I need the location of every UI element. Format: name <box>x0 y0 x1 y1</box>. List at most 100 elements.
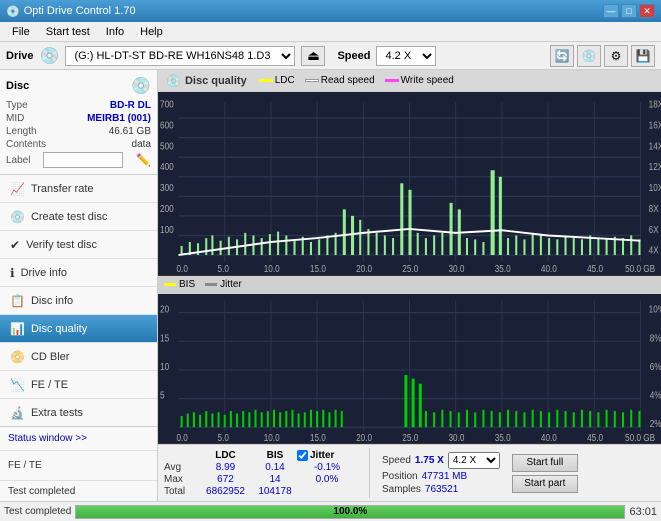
svg-text:10.0: 10.0 <box>264 432 280 443</box>
svg-text:100: 100 <box>160 224 174 235</box>
maximize-button[interactable]: □ <box>621 4 637 18</box>
sidebar-item-disc-info-label: Disc info <box>31 295 73 307</box>
jitter-col: Jitter <box>297 450 357 461</box>
ldc-chart: 18X 16X 14X 12X 10X 8X 6X 4X 700 600 500… <box>158 92 661 276</box>
svg-text:20.0: 20.0 <box>356 432 372 443</box>
svg-text:40.0: 40.0 <box>541 263 557 274</box>
sidebar-item-disc-info[interactable]: 📋 Disc info <box>0 287 157 315</box>
svg-text:10.0: 10.0 <box>264 263 280 274</box>
bottom-bar: Test completed 100.0% 63:01 <box>0 501 661 521</box>
sidebar-item-fe-te-label: FE / TE <box>31 379 68 391</box>
start-part-button[interactable]: Start part <box>512 475 578 493</box>
sidebar-item-extra-tests[interactable]: 🔬 Extra tests <box>0 399 157 426</box>
disc-panel: Disc 💿 Type BD-R DL MID MEIRB1 (001) Len… <box>0 70 157 175</box>
refresh-button[interactable]: 🔄 <box>550 45 574 67</box>
svg-text:50.0 GB: 50.0 GB <box>625 263 655 274</box>
speed-stat-value: 1.75 X <box>415 455 444 466</box>
avg-jitter: -0.1% <box>297 462 357 473</box>
close-button[interactable]: ✕ <box>639 4 655 18</box>
total-ldc: 6862952 <box>198 486 253 497</box>
avg-bis: 0.14 <box>255 462 295 473</box>
main-layout: Disc 💿 Type BD-R DL MID MEIRB1 (001) Len… <box>0 70 661 501</box>
svg-text:4%: 4% <box>650 389 661 400</box>
sidebar-item-disc-quality[interactable]: 📊 Disc quality <box>0 315 157 343</box>
minimize-button[interactable]: — <box>603 4 619 18</box>
disc-panel-title: Disc <box>6 80 29 92</box>
drive-info-icon: ℹ <box>10 266 15 280</box>
samples-label: Samples <box>382 484 421 495</box>
settings-button[interactable]: ⚙ <box>604 45 628 67</box>
drive-label: Drive <box>6 50 34 62</box>
svg-text:300: 300 <box>160 182 174 193</box>
legend-jitter: Jitter <box>205 279 242 290</box>
app-icon: 💿 <box>6 5 20 18</box>
position-label: Position <box>382 471 418 482</box>
speed-select[interactable]: 4.2 X <box>376 46 436 66</box>
svg-text:8%: 8% <box>650 332 661 343</box>
menu-help[interactable]: Help <box>132 24 171 40</box>
contents-key: Contents <box>6 139 46 150</box>
fe-te-icon: 📉 <box>10 378 25 392</box>
legend-ldc: LDC <box>259 75 295 86</box>
svg-text:45.0: 45.0 <box>587 432 603 443</box>
svg-text:4X: 4X <box>649 245 660 256</box>
svg-text:8X: 8X <box>649 203 660 214</box>
svg-text:5: 5 <box>160 389 165 400</box>
svg-text:500: 500 <box>160 140 174 151</box>
sidebar-item-transfer-rate-label: Transfer rate <box>31 183 94 195</box>
create-test-disc-icon: 💿 <box>10 210 25 224</box>
status-window-button[interactable]: Status window >> <box>0 427 157 451</box>
svg-text:700: 700 <box>160 99 174 110</box>
max-row-label: Max <box>164 474 196 485</box>
drive-select[interactable]: (G:) HL-DT-ST BD-RE WH16NS48 1.D3 <box>65 46 295 66</box>
read-speed-color <box>305 79 319 82</box>
legend-write-speed: Write speed <box>385 75 454 86</box>
window-controls: — □ ✕ <box>603 4 655 18</box>
sidebar-item-transfer-rate[interactable]: 📈 Transfer rate <box>0 175 157 203</box>
type-value: BD-R DL <box>110 100 151 111</box>
label-icon[interactable]: ✏️ <box>136 153 151 167</box>
contents-value: data <box>132 139 151 150</box>
save-button[interactable]: 💾 <box>631 45 655 67</box>
svg-text:0.0: 0.0 <box>176 432 187 443</box>
cd-bler-icon: 📀 <box>10 350 25 364</box>
sidebar-item-create-test-disc[interactable]: 💿 Create test disc <box>0 203 157 231</box>
svg-text:35.0: 35.0 <box>495 263 511 274</box>
label-input[interactable] <box>43 152 123 168</box>
total-row-label: Total <box>164 486 196 497</box>
test-completed-label: Test completed <box>8 486 75 497</box>
mid-key: MID <box>6 113 24 124</box>
jitter-checkbox[interactable] <box>297 450 308 461</box>
verify-test-disc-icon: ✔ <box>10 238 20 252</box>
sidebar-item-fe-te[interactable]: 📉 FE / TE <box>0 371 157 399</box>
start-full-button[interactable]: Start full <box>512 454 578 472</box>
svg-text:20: 20 <box>160 304 169 315</box>
sidebar-item-disc-quality-label: Disc quality <box>31 323 87 335</box>
bis-label: BIS <box>179 279 195 290</box>
sidebar-item-drive-info[interactable]: ℹ Drive info <box>0 259 157 287</box>
sidebar-item-verify-test-disc[interactable]: ✔ Verify test disc <box>0 231 157 259</box>
eject-button[interactable]: ⏏ <box>301 46 325 66</box>
ldc-color <box>259 79 273 82</box>
menu-start-test[interactable]: Start test <box>38 24 98 40</box>
svg-text:400: 400 <box>160 161 174 172</box>
total-bis: 104178 <box>255 486 295 497</box>
sidebar-item-cd-bler[interactable]: 📀 CD Bler <box>0 343 157 371</box>
menu-file[interactable]: File <box>4 24 38 40</box>
drive-bar: Drive 💿 (G:) HL-DT-ST BD-RE WH16NS48 1.D… <box>0 42 661 70</box>
bis-chart-svg: 10% 8% 6% 4% 2% 20 15 10 5 <box>158 294 661 443</box>
disc-quality-title: Disc quality <box>185 75 247 87</box>
jitter-label: Jitter <box>220 279 242 290</box>
avg-ldc: 8.99 <box>198 462 253 473</box>
test-completed-area: Test completed <box>0 481 157 501</box>
charts-area: 18X 16X 14X 12X 10X 8X 6X 4X 700 600 500… <box>158 92 661 501</box>
stats-table: LDC BIS Jitter Avg 8.99 0.14 -0.1% <box>164 450 357 497</box>
speed-stat-select[interactable]: 4.2 X <box>448 452 500 469</box>
disc-panel-icon: 💿 <box>131 76 151 96</box>
svg-text:0.0: 0.0 <box>176 263 187 274</box>
disc-button[interactable]: 💿 <box>577 45 601 67</box>
menu-info[interactable]: Info <box>98 24 132 40</box>
legend-bis: BIS <box>164 279 195 290</box>
svg-text:35.0: 35.0 <box>495 432 511 443</box>
sidebar-item-cd-bler-label: CD Bler <box>31 351 70 363</box>
